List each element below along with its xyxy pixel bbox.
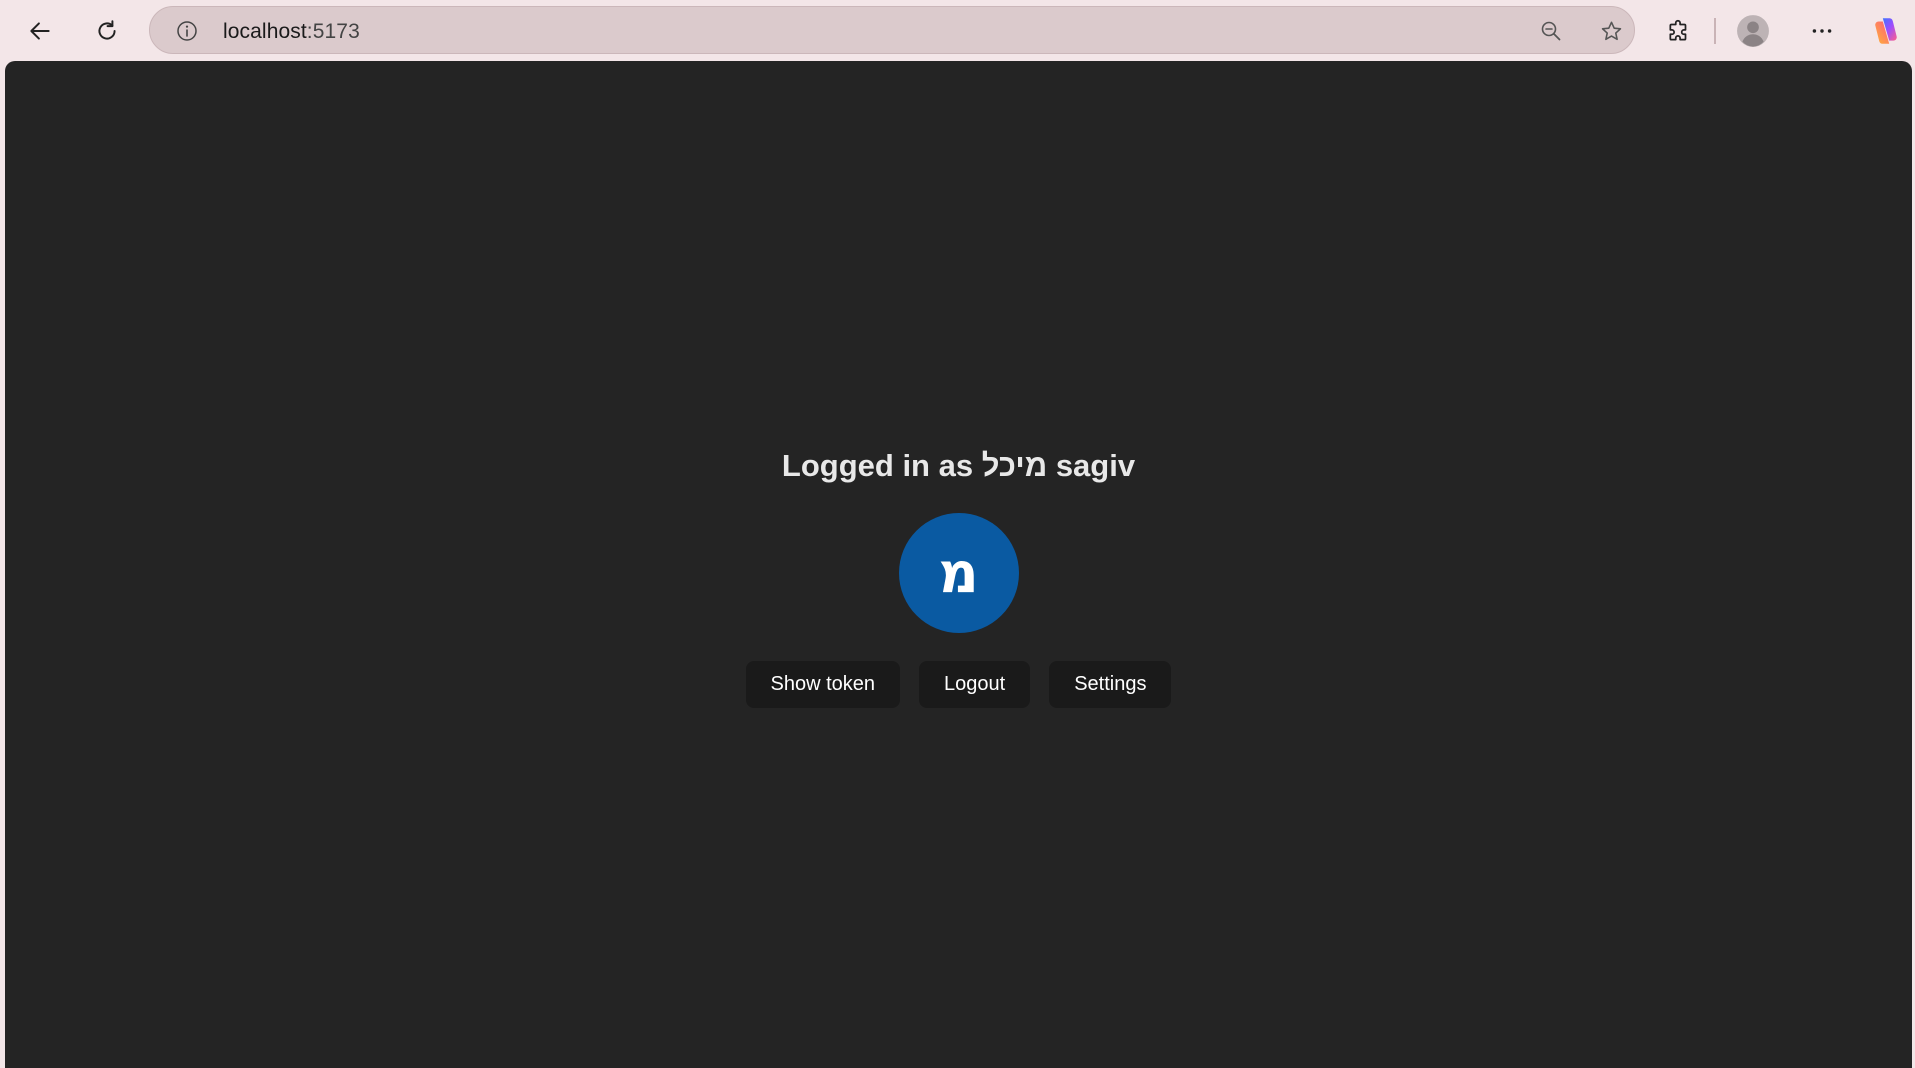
login-panel: Logged in as מיכל sagiv מ Show token Log… bbox=[5, 446, 1912, 708]
back-button[interactable] bbox=[21, 12, 59, 50]
reload-button[interactable] bbox=[88, 12, 126, 50]
more-menu-button[interactable] bbox=[1803, 12, 1841, 50]
reload-icon bbox=[98, 20, 116, 40]
copilot-button[interactable] bbox=[1867, 12, 1905, 50]
address-bar[interactable]: localhost:5173 bbox=[149, 6, 1635, 54]
settings-button[interactable]: Settings bbox=[1049, 661, 1172, 708]
toolbar-separator bbox=[1714, 18, 1716, 44]
profile-icon bbox=[1737, 15, 1769, 47]
page-title: Logged in as מיכל sagiv bbox=[781, 448, 1136, 483]
url-port: :5173 bbox=[306, 20, 360, 43]
back-arrow-icon bbox=[30, 22, 50, 40]
zoom-out-icon[interactable] bbox=[1538, 18, 1564, 44]
show-token-button[interactable]: Show token bbox=[745, 661, 901, 708]
action-buttons: Show token Logout Settings bbox=[745, 661, 1172, 708]
avatar: מ bbox=[898, 513, 1019, 633]
extensions-button[interactable] bbox=[1660, 12, 1698, 50]
page-viewport: Logged in as מיכל sagiv מ Show token Log… bbox=[5, 61, 1912, 1068]
profile-button[interactable] bbox=[1734, 12, 1772, 50]
avatar-initial: מ bbox=[938, 540, 979, 606]
logout-button[interactable]: Logout bbox=[919, 661, 1031, 708]
info-icon[interactable] bbox=[174, 18, 200, 44]
url-host: localhost bbox=[223, 20, 307, 43]
star-icon[interactable] bbox=[1598, 18, 1624, 44]
copilot-icon bbox=[1875, 18, 1897, 44]
browser-toolbar: localhost:5173 bbox=[0, 0, 1915, 61]
url-text[interactable]: localhost:5173 bbox=[223, 20, 1123, 43]
puzzle-icon bbox=[1669, 19, 1687, 41]
more-icon bbox=[1812, 29, 1832, 33]
